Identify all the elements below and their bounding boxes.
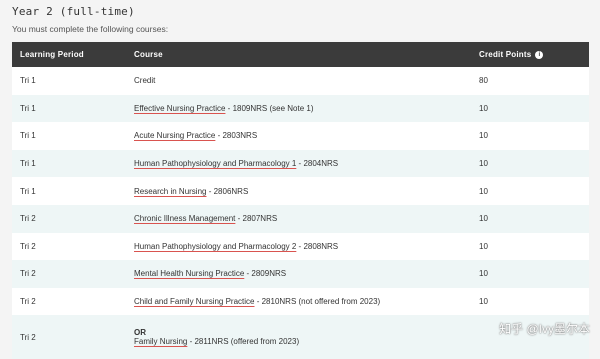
course-cell: Human Pathophysiology and Pharmacology 2…: [134, 232, 479, 261]
credits-cell: 10: [479, 122, 589, 150]
period-cell: Tri 2: [12, 315, 134, 359]
credits-cell: 10: [479, 177, 589, 205]
course-code: - 2803NRS: [215, 131, 258, 141]
course-link[interactable]: Research in Nursing: [134, 187, 206, 196]
courses-table: Learning Period Course Credit Points i Tr…: [12, 42, 589, 359]
period-cell: Tri 1: [12, 149, 134, 178]
credits-cell: 80: [479, 67, 589, 95]
period-cell: Tri 2: [12, 260, 134, 288]
credits-cell: 10: [479, 260, 589, 288]
course-code: - 2804NRS: [296, 159, 339, 169]
table-row: Tri 2 Human Pathophysiology and Pharmaco…: [12, 232, 589, 261]
course-code: - 2808NRS: [296, 241, 339, 251]
course-link[interactable]: Mental Health Nursing Practice: [134, 269, 244, 278]
course-cell: OR Family Nursing - 2811NRS (offered fro…: [134, 315, 479, 359]
credits-cell: 10: [479, 287, 589, 316]
course-link[interactable]: Chronic Illness Management: [134, 214, 235, 223]
credits-cell: 10: [479, 232, 589, 261]
header-credit-points: Credit Points i: [479, 42, 589, 67]
info-icon[interactable]: i: [535, 50, 544, 59]
table-row: Tri 1 Research in Nursing - 2806NRS 10: [12, 177, 589, 205]
intro-text: You must complete the following courses:: [12, 24, 169, 34]
course-cell: Acute Nursing Practice - 2803NRS: [134, 122, 479, 150]
header-learning-period: Learning Period: [12, 42, 134, 67]
course-cell: Chronic Illness Management - 2807NRS: [134, 204, 479, 233]
course-code: - 1809NRS (see Note 1): [225, 103, 314, 113]
period-cell: Tri 2: [12, 287, 134, 316]
watermark: 知乎 @Ivy墨尔本: [499, 322, 590, 336]
period-cell: Tri 1: [12, 122, 134, 150]
header-course: Course: [134, 42, 479, 67]
course-code: - 2809NRS: [244, 269, 287, 279]
period-cell: Tri 1: [12, 94, 134, 123]
course-link[interactable]: Effective Nursing Practice: [134, 104, 225, 113]
course-link[interactable]: Human Pathophysiology and Pharmacology 1: [134, 159, 296, 168]
credits-cell: 10: [479, 94, 589, 123]
course-link[interactable]: Human Pathophysiology and Pharmacology 2: [134, 242, 296, 251]
course-code: - 2811NRS (offered from 2023): [187, 337, 300, 347]
period-cell: Tri 1: [12, 177, 134, 205]
table-row: Tri 2 Mental Health Nursing Practice - 2…: [12, 260, 589, 288]
course-cell: Human Pathophysiology and Pharmacology 1…: [134, 149, 479, 178]
course-link[interactable]: Family Nursing: [134, 337, 187, 346]
credits-cell: 10: [479, 149, 589, 178]
table-row: Tri 1 Effective Nursing Practice - 1809N…: [12, 94, 589, 123]
table-row: Tri 1 Human Pathophysiology and Pharmaco…: [12, 149, 589, 178]
course-cell: Credit: [134, 67, 479, 95]
course-link[interactable]: Child and Family Nursing Practice: [134, 297, 255, 306]
table-row: Tri 2 Child and Family Nursing Practice …: [12, 287, 589, 316]
period-cell: Tri 2: [12, 204, 134, 233]
period-cell: Tri 1: [12, 67, 134, 95]
course-code: - 2810NRS (not offered from 2023): [254, 297, 381, 307]
course-link[interactable]: Acute Nursing Practice: [134, 131, 215, 140]
header-credit-points-label: Credit Points: [479, 50, 532, 59]
course-cell: Child and Family Nursing Practice - 2810…: [134, 287, 479, 316]
course-code: - 2806NRS: [206, 186, 249, 196]
table-row: Tri 2 Chronic Illness Management - 2807N…: [12, 204, 589, 233]
course-cell: Effective Nursing Practice - 1809NRS (se…: [134, 94, 479, 123]
period-cell: Tri 2: [12, 232, 134, 261]
table-row: Tri 1 Credit 80: [12, 67, 589, 95]
or-label: OR: [134, 328, 146, 338]
credits-cell: 10: [479, 204, 589, 233]
table-header: Learning Period Course Credit Points i: [12, 42, 589, 67]
course-cell: Mental Health Nursing Practice - 2809NRS: [134, 260, 479, 288]
section-title: Year 2 (full-time): [12, 5, 135, 18]
table-row: Tri 1 Acute Nursing Practice - 2803NRS 1…: [12, 122, 589, 150]
course-code: - 2807NRS: [235, 214, 278, 224]
course-cell: Research in Nursing - 2806NRS: [134, 177, 479, 205]
